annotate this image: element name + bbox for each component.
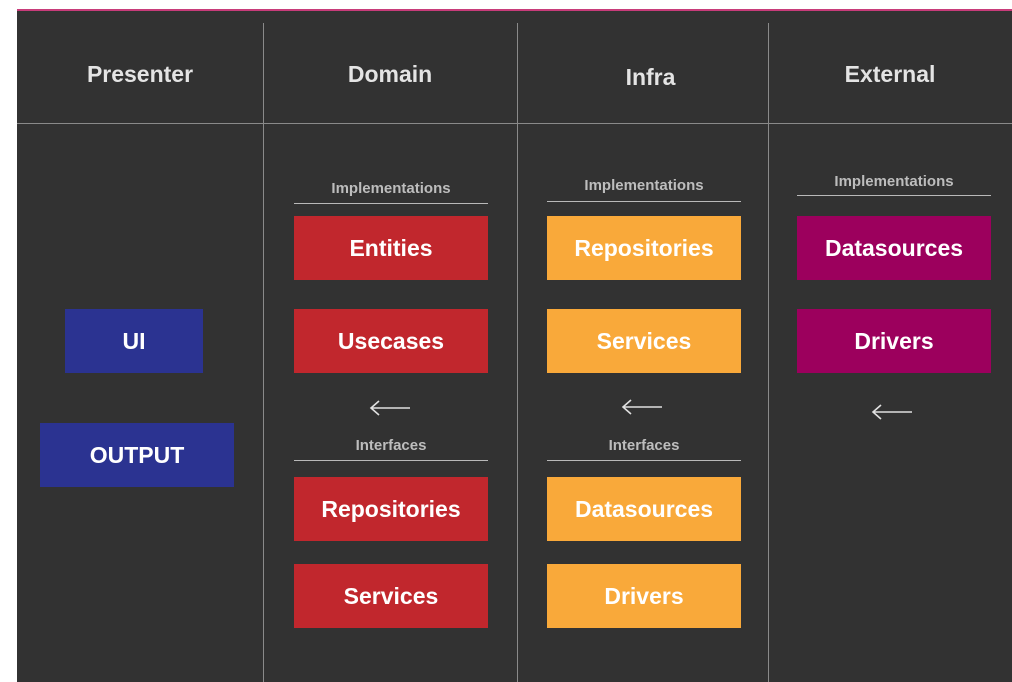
external-implementations-rule	[797, 195, 991, 196]
infra-interfaces-label: Interfaces	[608, 437, 680, 454]
external-column-title: External	[844, 61, 936, 87]
external-box-drivers: Drivers	[797, 309, 991, 373]
infra-column-title: Infra	[625, 64, 676, 90]
infra-implementations-rule	[547, 201, 741, 202]
header-divider	[17, 123, 1012, 124]
domain-box-usecases: Usecases	[294, 309, 488, 373]
domain-implementations-label: Implementations	[331, 180, 451, 197]
domain-implementations-rule	[294, 203, 488, 204]
arrow-domain-to-presenter	[369, 400, 410, 416]
infra-box-services: Services	[547, 309, 741, 373]
domain-box-entities: Entities	[294, 216, 488, 280]
column-divider-domain-infra	[517, 23, 518, 682]
infra-box-drivers: Drivers	[547, 564, 741, 628]
domain-box-repositories: Repositories	[294, 477, 488, 541]
column-divider-presenter-domain	[263, 23, 264, 682]
presenter-box-output: OUTPUT	[40, 423, 234, 487]
presenter-column-title: Presenter	[86, 61, 194, 87]
presenter-box-ui: UI	[65, 309, 203, 373]
infra-box-datasources: Datasources	[547, 477, 741, 541]
external-box-datasources: Datasources	[797, 216, 991, 280]
infra-implementations-label: Implementations	[584, 177, 704, 194]
domain-column-title: Domain	[347, 61, 433, 87]
external-implementations-label: Implementations	[834, 173, 954, 190]
infra-box-repositories: Repositories	[547, 216, 741, 280]
top-accent-line	[17, 9, 1012, 11]
domain-box-services: Services	[294, 564, 488, 628]
domain-interfaces-label: Interfaces	[355, 437, 427, 454]
architecture-diagram: Presenter Domain Infra External UI OUTPU…	[17, 9, 1012, 682]
arrow-external-to-infra	[871, 404, 912, 420]
infra-interfaces-rule	[547, 460, 741, 461]
arrow-infra-to-domain	[621, 399, 662, 415]
column-divider-infra-external	[768, 23, 769, 682]
domain-interfaces-rule	[294, 460, 488, 461]
